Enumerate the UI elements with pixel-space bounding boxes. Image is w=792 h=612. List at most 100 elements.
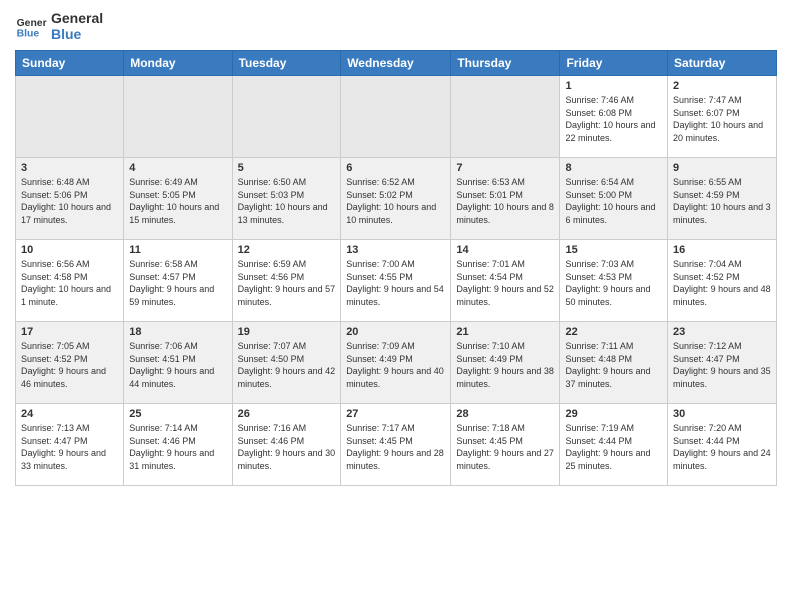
weekday-header-friday: Friday xyxy=(560,51,668,76)
calendar-cell: 23 Sunrise: 7:12 AMSunset: 4:47 PMDayligh… xyxy=(668,322,777,404)
weekday-header-thursday: Thursday xyxy=(451,51,560,76)
calendar-cell: 6Sunrise: 6:52 AMSunset: 5:02 PMDaylight… xyxy=(341,158,451,240)
day-number: 2 xyxy=(673,80,771,92)
calendar-cell: 30Sunrise: 7:20 AMSunset: 4:44 PMDayligh… xyxy=(668,404,777,486)
calendar-cell: 7Sunrise: 6:53 AMSunset: 5:01 PMDaylight… xyxy=(451,158,560,240)
day-info: Sunrise: 6:55 AMSunset: 4:59 PMDaylight:… xyxy=(673,176,771,226)
calendar-cell: 24 Sunrise: 7:13 AMSunset: 4:47 PMDayligh… xyxy=(16,404,124,486)
day-number: 7 xyxy=(456,162,554,174)
calendar-header-row: SundayMondayTuesdayWednesdayThursdayFrid… xyxy=(16,51,777,76)
day-info: Sunrise: 7:07 AMSunset: 4:50 PMDaylight:… xyxy=(238,340,336,390)
calendar-cell: 27 Sunrise: 7:17 AMSunset: 4:45 PMDayligh… xyxy=(341,404,451,486)
day-info: Sunrise: 6:58 AMSunset: 4:57 PMDaylight:… xyxy=(129,258,226,308)
day-number: 6 xyxy=(346,162,445,174)
day-number: 26 xyxy=(238,408,336,420)
calendar-week-row: 1 Sunrise: 7:46 AMSunset: 6:08 PMDaylight… xyxy=(16,76,777,158)
calendar-cell: 20 Sunrise: 7:09 AMSunset: 4:49 PMDayligh… xyxy=(341,322,451,404)
calendar-cell: 10 Sunrise: 6:56 AMSunset: 4:58 PMDayligh… xyxy=(16,240,124,322)
day-info: Sunrise: 7:11 AMSunset: 4:48 PMDaylight:… xyxy=(565,340,662,390)
day-number: 1 xyxy=(565,80,662,92)
day-info: Sunrise: 6:49 AMSunset: 5:05 PMDaylight:… xyxy=(129,176,226,226)
svg-text:General: General xyxy=(17,18,47,29)
calendar-cell: 13 Sunrise: 7:00 AMSunset: 4:55 PMDayligh… xyxy=(341,240,451,322)
calendar-cell xyxy=(16,76,124,158)
day-info: Sunrise: 7:00 AMSunset: 4:55 PMDaylight:… xyxy=(346,258,445,308)
day-info: Sunrise: 7:13 AMSunset: 4:47 PMDaylight:… xyxy=(21,422,118,472)
day-number: 21 xyxy=(456,326,554,338)
weekday-header-monday: Monday xyxy=(124,51,232,76)
calendar-cell: 22Sunrise: 7:11 AMSunset: 4:48 PMDayligh… xyxy=(560,322,668,404)
day-info: Sunrise: 7:03 AMSunset: 4:53 PMDaylight:… xyxy=(565,258,662,308)
day-number: 25 xyxy=(129,408,226,420)
calendar-cell xyxy=(341,76,451,158)
calendar-table: SundayMondayTuesdayWednesdayThursdayFrid… xyxy=(15,50,777,486)
day-number: 14 xyxy=(456,244,554,256)
day-number: 15 xyxy=(565,244,662,256)
day-info: Sunrise: 7:01 AMSunset: 4:54 PMDaylight:… xyxy=(456,258,554,308)
day-number: 27 xyxy=(346,408,445,420)
svg-text:Blue: Blue xyxy=(17,28,40,39)
day-info: Sunrise: 6:56 AMSunset: 4:58 PMDaylight:… xyxy=(21,258,118,308)
calendar-week-row: 3Sunrise: 6:48 AMSunset: 5:06 PMDaylight… xyxy=(16,158,777,240)
day-number: 13 xyxy=(346,244,445,256)
calendar-cell: 14 Sunrise: 7:01 AMSunset: 4:54 PMDayligh… xyxy=(451,240,560,322)
calendar-cell xyxy=(124,76,232,158)
calendar-cell: 2 Sunrise: 7:47 AMSunset: 6:07 PMDaylight… xyxy=(668,76,777,158)
day-number: 11 xyxy=(129,244,226,256)
day-info: Sunrise: 7:16 AMSunset: 4:46 PMDaylight:… xyxy=(238,422,336,472)
day-number: 17 xyxy=(21,326,118,338)
day-info: Sunrise: 6:48 AMSunset: 5:06 PMDaylight:… xyxy=(21,176,118,226)
day-info: Sunrise: 7:17 AMSunset: 4:45 PMDaylight:… xyxy=(346,422,445,472)
calendar-week-row: 17 Sunrise: 7:05 AMSunset: 4:52 PMDayligh… xyxy=(16,322,777,404)
day-number: 12 xyxy=(238,244,336,256)
calendar-cell: 16 Sunrise: 7:04 AMSunset: 4:52 PMDayligh… xyxy=(668,240,777,322)
day-number: 23 xyxy=(673,326,771,338)
day-info: Sunrise: 7:05 AMSunset: 4:52 PMDaylight:… xyxy=(21,340,118,390)
calendar-cell: 3Sunrise: 6:48 AMSunset: 5:06 PMDaylight… xyxy=(16,158,124,240)
day-number: 30 xyxy=(673,408,771,420)
day-number: 20 xyxy=(346,326,445,338)
day-info: Sunrise: 7:10 AMSunset: 4:49 PMDaylight:… xyxy=(456,340,554,390)
weekday-header-wednesday: Wednesday xyxy=(341,51,451,76)
logo-text-general: General xyxy=(51,10,103,26)
calendar-cell: 21 Sunrise: 7:10 AMSunset: 4:49 PMDayligh… xyxy=(451,322,560,404)
weekday-header-tuesday: Tuesday xyxy=(232,51,341,76)
calendar-cell: 26 Sunrise: 7:16 AMSunset: 4:46 PMDayligh… xyxy=(232,404,341,486)
calendar-cell: 25 Sunrise: 7:14 AMSunset: 4:46 PMDayligh… xyxy=(124,404,232,486)
day-info: Sunrise: 7:14 AMSunset: 4:46 PMDaylight:… xyxy=(129,422,226,472)
calendar-cell: 8Sunrise: 6:54 AMSunset: 5:00 PMDaylight… xyxy=(560,158,668,240)
day-info: Sunrise: 7:46 AMSunset: 6:08 PMDaylight:… xyxy=(565,94,662,144)
logo-text-blue: Blue xyxy=(51,26,103,42)
day-info: Sunrise: 6:59 AMSunset: 4:56 PMDaylight:… xyxy=(238,258,336,308)
day-number: 4 xyxy=(129,162,226,174)
day-number: 16 xyxy=(673,244,771,256)
day-number: 5 xyxy=(238,162,336,174)
calendar-cell: 11 Sunrise: 6:58 AMSunset: 4:57 PMDayligh… xyxy=(124,240,232,322)
day-info: Sunrise: 7:18 AMSunset: 4:45 PMDaylight:… xyxy=(456,422,554,472)
day-number: 10 xyxy=(21,244,118,256)
page-container: General Blue General Blue SundayMondayTu… xyxy=(0,0,792,491)
calendar-week-row: 24 Sunrise: 7:13 AMSunset: 4:47 PMDayligh… xyxy=(16,404,777,486)
calendar-cell xyxy=(232,76,341,158)
header: General Blue General Blue xyxy=(15,10,777,42)
day-info: Sunrise: 7:04 AMSunset: 4:52 PMDaylight:… xyxy=(673,258,771,308)
day-info: Sunrise: 7:06 AMSunset: 4:51 PMDaylight:… xyxy=(129,340,226,390)
day-info: Sunrise: 7:47 AMSunset: 6:07 PMDaylight:… xyxy=(673,94,771,144)
calendar-cell: 5 Sunrise: 6:50 AMSunset: 5:03 PMDaylight… xyxy=(232,158,341,240)
day-info: Sunrise: 7:12 AMSunset: 4:47 PMDaylight:… xyxy=(673,340,771,390)
day-info: Sunrise: 6:50 AMSunset: 5:03 PMDaylight:… xyxy=(238,176,336,226)
calendar-cell: 19Sunrise: 7:07 AMSunset: 4:50 PMDayligh… xyxy=(232,322,341,404)
day-number: 24 xyxy=(21,408,118,420)
calendar-cell: 17 Sunrise: 7:05 AMSunset: 4:52 PMDayligh… xyxy=(16,322,124,404)
day-number: 8 xyxy=(565,162,662,174)
logo: General Blue General Blue xyxy=(15,10,103,42)
calendar-cell: 4 Sunrise: 6:49 AMSunset: 5:05 PMDaylight… xyxy=(124,158,232,240)
day-number: 28 xyxy=(456,408,554,420)
calendar-cell: 28 Sunrise: 7:18 AMSunset: 4:45 PMDayligh… xyxy=(451,404,560,486)
day-info: Sunrise: 7:09 AMSunset: 4:49 PMDaylight:… xyxy=(346,340,445,390)
weekday-header-saturday: Saturday xyxy=(668,51,777,76)
day-info: Sunrise: 7:19 AMSunset: 4:44 PMDaylight:… xyxy=(565,422,662,472)
calendar-cell: 1 Sunrise: 7:46 AMSunset: 6:08 PMDaylight… xyxy=(560,76,668,158)
calendar-cell: 29Sunrise: 7:19 AMSunset: 4:44 PMDayligh… xyxy=(560,404,668,486)
weekday-header-sunday: Sunday xyxy=(16,51,124,76)
